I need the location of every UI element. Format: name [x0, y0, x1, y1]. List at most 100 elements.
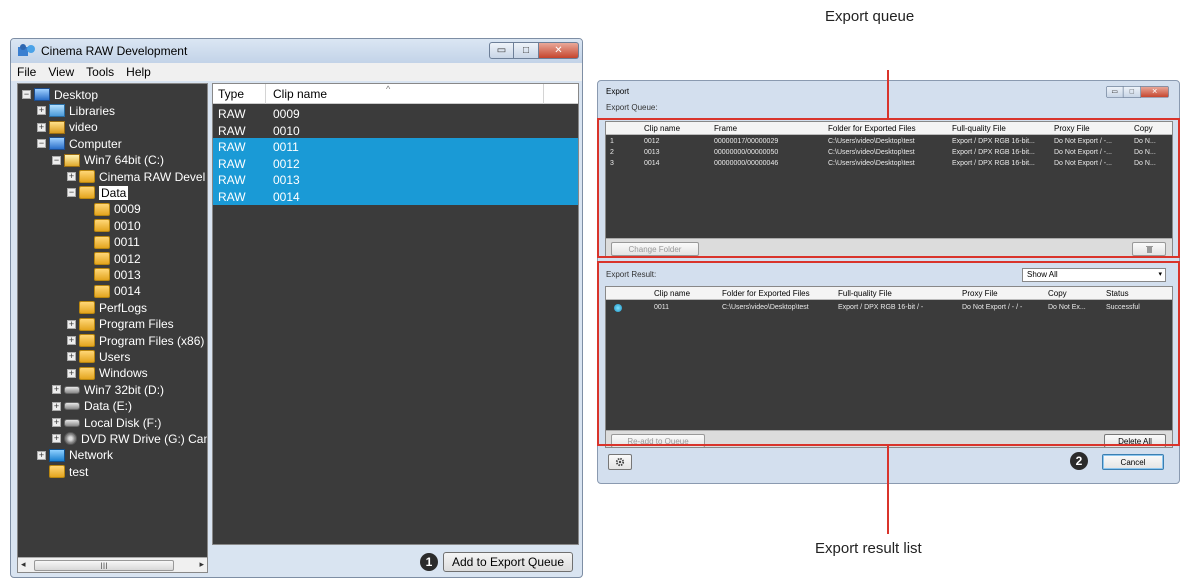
export-window-controls: ▭ □ ✕: [1106, 86, 1169, 98]
tree-item-local-disk-f[interactable]: + Local Disk (F:): [52, 414, 161, 431]
clip-list-header: Type Clip name ^: [213, 84, 578, 104]
folder-icon: [79, 186, 95, 200]
tree-item-0009[interactable]: 0009: [82, 201, 141, 218]
export-maximize-button[interactable]: □: [1123, 86, 1141, 98]
tree-item-dvd-rw-drive-g-can[interactable]: + DVD RW Drive (G:) Can: [52, 430, 208, 447]
clip-row[interactable]: RAW 0010: [213, 122, 578, 139]
expand-icon[interactable]: +: [52, 418, 61, 427]
tree-item-win7-64bit-c[interactable]: − Win7 64bit (C:): [52, 152, 164, 169]
expand-icon[interactable]: +: [52, 434, 61, 444]
tree-item-0012[interactable]: 0012: [82, 250, 141, 267]
tree-item-0010[interactable]: 0010: [82, 217, 141, 234]
tree-item-label: PerfLogs: [99, 300, 148, 315]
clip-name: 0010: [273, 123, 300, 138]
tree-item-label: Users: [99, 349, 131, 364]
tree-item-cinema-raw-devel[interactable]: + Cinema RAW Devel: [67, 168, 205, 185]
tree-item-label: Win7 32bit (D:): [84, 382, 165, 397]
settings-button[interactable]: [608, 454, 632, 470]
drive-icon: [64, 418, 80, 427]
export-result-pointer-line: [887, 446, 889, 534]
tree-item-label: DVD RW Drive (G:) Can: [81, 431, 208, 446]
expand-icon[interactable]: +: [67, 352, 76, 362]
window-controls: ▭ □ ✕: [489, 42, 579, 59]
scroll-right-icon[interactable]: ▸: [199, 559, 204, 570]
tree-item-program-files-x86[interactable]: + Program Files (x86): [67, 332, 204, 349]
export-minimize-button[interactable]: ▭: [1106, 86, 1124, 98]
tree-item-0013[interactable]: 0013: [82, 266, 141, 283]
tree-item-label: Windows: [99, 366, 148, 381]
expand-icon[interactable]: +: [67, 336, 76, 345]
menu-file[interactable]: File: [17, 65, 36, 79]
winicon-icon: [64, 153, 80, 167]
tree-item-0011[interactable]: 0011: [82, 234, 140, 251]
collapse-icon[interactable]: −: [37, 139, 46, 149]
maximize-button[interactable]: □: [514, 42, 539, 59]
tree-item-desktop[interactable]: − Desktop: [22, 86, 98, 103]
clip-row[interactable]: RAW 0012: [213, 154, 578, 172]
close-button[interactable]: ✕: [539, 42, 579, 59]
tree-item-program-files[interactable]: + Program Files: [67, 316, 174, 333]
folder-icon: [94, 202, 110, 216]
expand-icon[interactable]: +: [52, 401, 61, 411]
clip-row[interactable]: RAW 0011: [213, 138, 578, 155]
tree-item-users[interactable]: + Users: [67, 348, 130, 365]
collapse-icon[interactable]: −: [22, 90, 31, 99]
collapse-icon[interactable]: −: [52, 155, 61, 165]
tree-item-label: Win7 64bit (C:): [84, 153, 165, 168]
tree-item-0014[interactable]: 0014: [82, 283, 141, 300]
export-result-callout: Export result list: [815, 540, 922, 557]
tree-item-label: 0010: [114, 218, 141, 233]
expand-icon[interactable]: +: [37, 106, 46, 116]
folder-icon: [94, 284, 110, 298]
expand-icon[interactable]: +: [67, 319, 76, 329]
clip-row[interactable]: RAW 0009: [213, 105, 578, 122]
tree-item-label: Desktop: [54, 87, 99, 102]
expand-icon[interactable]: +: [37, 450, 46, 460]
network-icon: [49, 448, 65, 462]
collapse-icon[interactable]: −: [67, 188, 76, 198]
clip-type: RAW: [218, 107, 246, 121]
expand-icon[interactable]: +: [52, 385, 61, 395]
tree-item-label: 0013: [114, 267, 141, 282]
tree-item-computer[interactable]: − Computer: [37, 135, 122, 152]
drive-icon: [64, 402, 80, 411]
menu-help[interactable]: Help: [126, 65, 151, 79]
folder-icon: [79, 301, 95, 315]
clip-name: 0012: [273, 156, 300, 171]
clip-row[interactable]: RAW 0013: [213, 171, 578, 188]
tree-item-label: 0011: [114, 235, 140, 250]
minimize-button[interactable]: ▭: [489, 42, 514, 59]
tree-item-data[interactable]: − Data: [67, 184, 129, 201]
tree-item-data-e[interactable]: + Data (E:): [52, 398, 132, 415]
folder-icon: [79, 366, 95, 380]
tree-item-label: Local Disk (F:): [84, 415, 162, 430]
type-column-header[interactable]: Type: [218, 87, 244, 101]
tree-item-libraries[interactable]: + Libraries: [37, 102, 115, 119]
tree-item-label: Cinema RAW Devel: [99, 169, 206, 184]
expand-icon[interactable]: +: [67, 368, 76, 378]
tree-item-windows[interactable]: + Windows: [67, 365, 148, 382]
clip-name-column-header[interactable]: Clip name: [273, 87, 327, 101]
scroll-thumb[interactable]: III: [34, 560, 174, 571]
tree-item-perflogs[interactable]: PerfLogs: [67, 299, 147, 316]
tree-item-network[interactable]: + Network: [37, 447, 113, 464]
export-close-button[interactable]: ✕: [1141, 86, 1169, 98]
lib-icon: [49, 104, 65, 118]
expand-icon[interactable]: +: [67, 172, 76, 181]
drive-icon: [64, 385, 80, 394]
cancel-button[interactable]: Cancel: [1102, 454, 1164, 470]
clip-row[interactable]: RAW 0014: [213, 187, 578, 205]
tree-item-label: Libraries: [69, 103, 116, 118]
expand-icon[interactable]: +: [37, 122, 46, 132]
add-to-export-queue-button[interactable]: Add to Export Queue: [443, 552, 573, 572]
folder-icon: [94, 252, 110, 265]
tree-item-win7-32bit-d[interactable]: + Win7 32bit (D:): [52, 381, 164, 398]
scroll-left-icon[interactable]: ◂: [21, 559, 26, 570]
menu-view[interactable]: View: [48, 65, 74, 79]
menu-tools[interactable]: Tools: [86, 65, 114, 79]
tree-item-video[interactable]: + video: [37, 119, 98, 136]
horizontal-scrollbar[interactable]: ◂ III ▸: [18, 557, 207, 572]
folder-icon: [49, 465, 65, 479]
tree-item-test[interactable]: test: [37, 463, 88, 480]
tree-item-label: 0012: [114, 251, 141, 266]
